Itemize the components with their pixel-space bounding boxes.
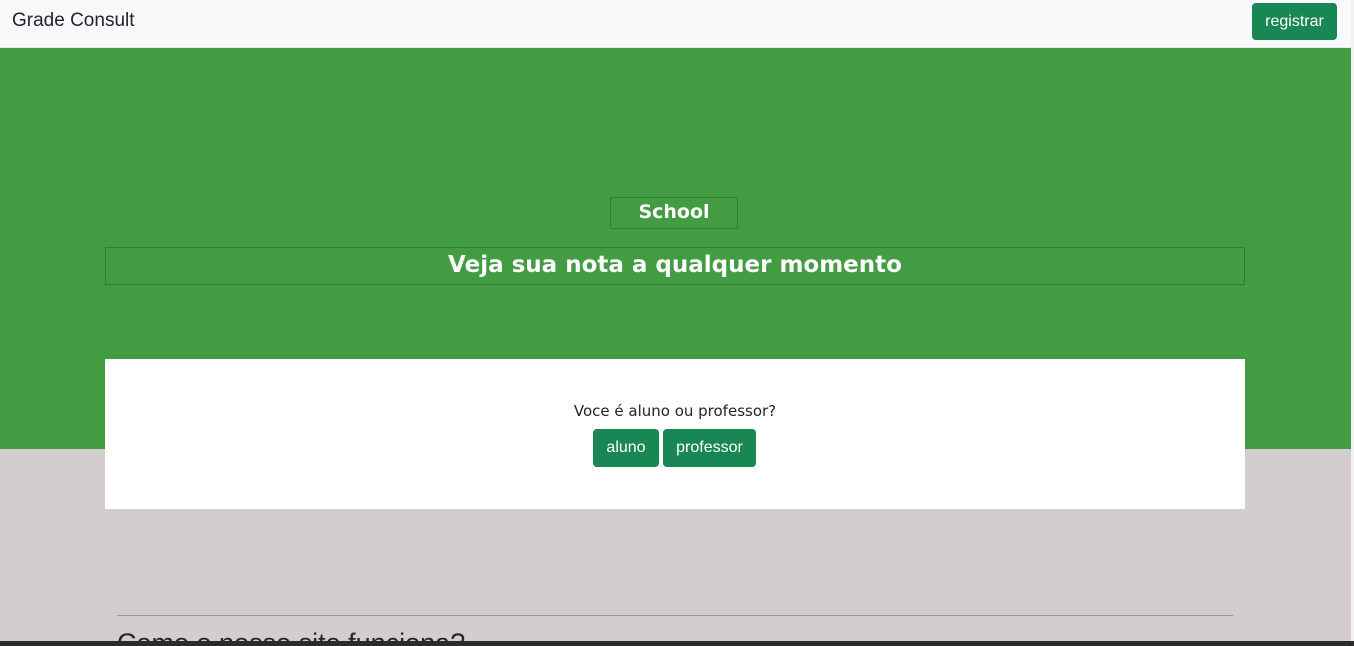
navbar: Grade Consult registrar bbox=[0, 0, 1351, 48]
brand-link[interactable]: Grade Consult bbox=[12, 10, 135, 32]
role-selection-card: Voce é aluno ou professor? aluno profess… bbox=[105, 359, 1245, 509]
bottom-edge bbox=[0, 641, 1354, 646]
section-divider bbox=[117, 615, 1233, 616]
register-button[interactable]: registrar bbox=[1252, 3, 1337, 40]
aluno-button[interactable]: aluno bbox=[593, 429, 659, 467]
hero-title: School bbox=[610, 197, 738, 229]
role-question: Voce é aluno ou professor? bbox=[573, 402, 777, 420]
hero-subtitle: Veja sua nota a qualquer momento bbox=[105, 247, 1245, 285]
page: Grade Consult registrar School Veja sua … bbox=[0, 0, 1354, 646]
professor-button[interactable]: professor bbox=[663, 429, 756, 467]
